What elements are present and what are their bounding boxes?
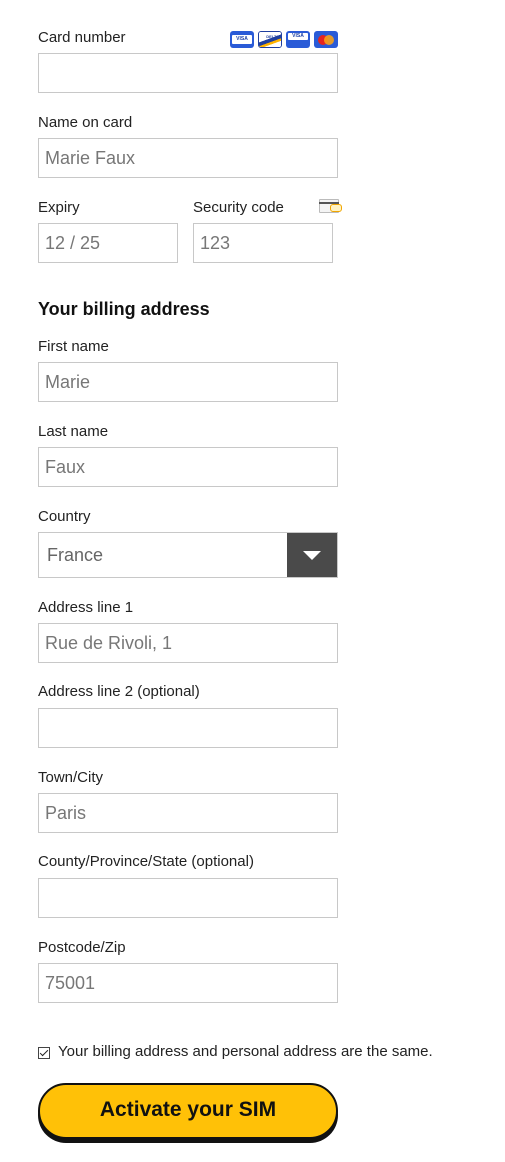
expiry-input[interactable] <box>38 223 178 263</box>
last-name-label: Last name <box>38 423 109 440</box>
visa-electron-icon: VISA <box>286 31 310 48</box>
postcode-label: Postcode/Zip <box>38 939 126 956</box>
checkmark-icon <box>39 1047 49 1057</box>
same-address-checkbox[interactable] <box>38 1047 50 1059</box>
postcode-input[interactable] <box>38 963 338 1003</box>
mastercard-icon <box>314 31 338 48</box>
expiry-label: Expiry <box>38 199 80 216</box>
county-input[interactable] <box>38 878 338 918</box>
activate-sim-button[interactable]: Activate your SIM <box>38 1083 338 1139</box>
same-address-text: Your billing address and personal addres… <box>58 1043 433 1060</box>
chevron-down-icon <box>303 551 321 560</box>
visa-icon-text: VISA <box>232 35 252 44</box>
address-line-1-label: Address line 1 <box>38 599 134 616</box>
country-dropdown-button[interactable] <box>287 533 337 577</box>
town-city-input[interactable] <box>38 793 338 833</box>
country-select[interactable]: France <box>38 532 338 578</box>
security-code-input[interactable] <box>193 223 333 263</box>
card-number-label: Card number <box>38 29 126 46</box>
visa-electron-icon-text: VISA <box>288 33 308 40</box>
county-label: County/Province/State (optional) <box>38 853 254 870</box>
address-line-2-label: Address line 2 (optional) <box>38 683 200 700</box>
security-code-label: Security code <box>193 199 284 216</box>
address-line-1-input[interactable] <box>38 623 338 663</box>
last-name-input[interactable] <box>38 447 338 487</box>
name-on-card-input[interactable] <box>38 138 338 178</box>
country-select-value: France <box>47 545 104 565</box>
visa-icon: VISA <box>230 31 254 48</box>
billing-section-title: Your billing address <box>38 299 210 319</box>
town-city-label: Town/City <box>38 769 104 786</box>
delta-icon-text: DELTA <box>266 34 279 39</box>
first-name-input[interactable] <box>38 362 338 402</box>
country-label: Country <box>38 508 91 525</box>
name-on-card-label: Name on card <box>38 114 133 131</box>
security-code-card-icon <box>319 199 342 213</box>
card-number-input[interactable] <box>38 53 338 93</box>
address-line-2-input[interactable] <box>38 708 338 748</box>
first-name-label: First name <box>38 338 109 355</box>
delta-icon: DELTA <box>258 31 282 48</box>
